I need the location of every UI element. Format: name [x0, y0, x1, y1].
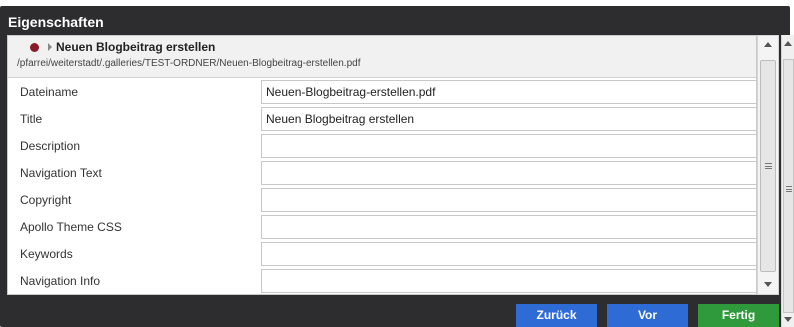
properties-panel: Neuen Blogbeitrag erstellen /pfarrei/wei… [7, 35, 757, 295]
scroll-down-arrow-icon[interactable] [784, 317, 792, 322]
copyright-input[interactable] [261, 188, 756, 212]
property-row-copyright: Copyright [8, 186, 756, 213]
property-row-keywords: Keywords [8, 240, 756, 267]
page-scrollbar[interactable] [781, 35, 794, 327]
done-button[interactable]: Fertig [698, 304, 779, 327]
expand-arrow-icon[interactable] [48, 43, 52, 51]
apollo-theme-css-input[interactable] [261, 215, 756, 239]
keywords-input[interactable] [261, 242, 756, 266]
description-input[interactable] [261, 134, 756, 158]
scroll-up-arrow-icon[interactable] [764, 42, 772, 47]
property-label: Title [20, 112, 43, 126]
property-label: Navigation Text [20, 166, 102, 180]
property-label: Description [20, 139, 81, 153]
dateiname-input[interactable] [261, 80, 756, 104]
dialog-title: Eigenschaften [8, 14, 104, 30]
property-row-navigation-info: Navigation Info [8, 267, 756, 294]
status-dot-icon [30, 43, 39, 52]
property-row-navigation-text: Navigation Text [8, 159, 756, 186]
scroll-down-arrow-icon[interactable] [764, 282, 772, 287]
scrollbar-thumb[interactable] [760, 60, 776, 272]
property-list: Dateiname Title Description Navigation T… [8, 78, 756, 294]
panel-scrollbar[interactable] [757, 35, 779, 295]
resource-title: Neuen Blogbeitrag erstellen [56, 40, 216, 54]
property-row-description: Description [8, 132, 756, 159]
property-row-apollo-theme-css: Apollo Theme CSS [8, 213, 756, 240]
grip-icon [765, 163, 772, 169]
scroll-up-arrow-icon[interactable] [784, 41, 792, 46]
property-label: Apollo Theme CSS [20, 220, 122, 234]
property-row-title: Title [8, 105, 756, 132]
navigation-info-input[interactable] [261, 269, 756, 293]
property-label: Copyright [20, 193, 72, 207]
next-button[interactable]: Vor [607, 304, 688, 327]
property-row-dateiname: Dateiname [8, 78, 756, 105]
title-input[interactable] [261, 107, 756, 131]
navigation-text-input[interactable] [261, 161, 756, 185]
property-label: Navigation Info [20, 274, 101, 288]
property-label: Dateiname [20, 85, 79, 99]
back-button[interactable]: Zurück [516, 304, 597, 327]
resource-header: Neuen Blogbeitrag erstellen /pfarrei/wei… [8, 36, 756, 78]
grip-icon [786, 186, 792, 192]
resource-path: /pfarrei/weiterstadt/.galleries/TEST-ORD… [17, 58, 361, 69]
property-label: Keywords [20, 247, 73, 261]
scrollbar-thumb[interactable] [783, 59, 794, 313]
